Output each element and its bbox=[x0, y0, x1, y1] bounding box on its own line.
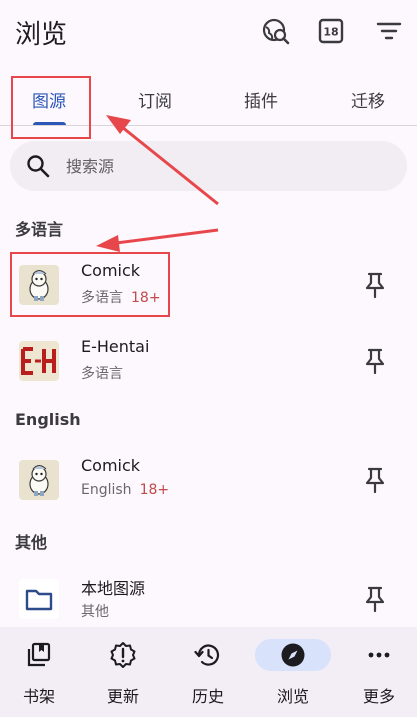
nav-label: 历史 bbox=[191, 687, 224, 706]
updates-icon bbox=[102, 639, 144, 671]
more-icon bbox=[358, 639, 400, 671]
svg-text:18: 18 bbox=[323, 26, 338, 39]
top-app-bar: 浏览 18 bbox=[0, 0, 417, 64]
pin-icon[interactable] bbox=[361, 466, 389, 494]
nav-label: 书架 bbox=[22, 687, 55, 706]
section-header-multilingual: 多语言 bbox=[15, 220, 64, 239]
section-header-english: English bbox=[15, 410, 81, 429]
nav-more[interactable]: 更多 bbox=[337, 627, 417, 717]
compass-icon bbox=[255, 639, 331, 671]
search-input[interactable] bbox=[66, 153, 366, 179]
search-icon bbox=[26, 154, 50, 182]
arrow-to-comick bbox=[115, 228, 219, 245]
nsfw-badge: 18+ bbox=[139, 482, 170, 498]
nav-history[interactable]: 历史 bbox=[166, 627, 250, 717]
filter-icon[interactable] bbox=[374, 16, 404, 46]
highlight-box-comick bbox=[10, 252, 170, 317]
comick-icon bbox=[19, 460, 59, 500]
source-name: 本地图源 bbox=[81, 579, 146, 598]
pin-icon[interactable] bbox=[361, 271, 389, 299]
search-bar[interactable] bbox=[10, 141, 407, 191]
tab-subscriptions[interactable]: 订阅 bbox=[110, 72, 200, 126]
nav-updates[interactable]: 更新 bbox=[81, 627, 165, 717]
source-name: Comick bbox=[81, 456, 141, 475]
nav-label: 更新 bbox=[106, 687, 139, 706]
source-row-ehentai[interactable]: E-Hentai 多语言 bbox=[0, 325, 417, 397]
page-title: 浏览 bbox=[15, 20, 68, 50]
library-icon bbox=[18, 639, 60, 671]
tab-extensions[interactable]: 插件 bbox=[216, 72, 306, 126]
nav-label: 浏览 bbox=[276, 687, 309, 706]
nav-library[interactable]: 书架 bbox=[0, 627, 81, 717]
tab-migrate[interactable]: 迁移 bbox=[323, 72, 413, 126]
source-language: 其他 bbox=[81, 604, 109, 620]
bottom-navigation: 书架 更新 历史 浏览 更多 bbox=[0, 627, 417, 717]
history-icon bbox=[187, 639, 229, 671]
source-row-local[interactable]: 本地图源 其他 bbox=[0, 563, 417, 635]
source-language: 多语言 bbox=[81, 366, 123, 382]
source-language: English 18+ bbox=[81, 482, 170, 498]
nav-label: 更多 bbox=[362, 687, 395, 706]
pin-icon[interactable] bbox=[361, 585, 389, 613]
source-name: E-Hentai bbox=[81, 337, 150, 356]
folder-icon bbox=[19, 579, 59, 619]
pin-icon[interactable] bbox=[361, 347, 389, 375]
section-header-other: 其他 bbox=[15, 533, 48, 552]
nsfw-18-icon[interactable]: 18 bbox=[316, 16, 346, 46]
ehentai-icon bbox=[19, 341, 59, 381]
nav-browse[interactable]: 浏览 bbox=[251, 627, 335, 717]
highlight-box-tab bbox=[11, 76, 91, 139]
globe-search-icon[interactable] bbox=[261, 16, 291, 46]
source-row-comick-english[interactable]: Comick English 18+ bbox=[0, 444, 417, 516]
